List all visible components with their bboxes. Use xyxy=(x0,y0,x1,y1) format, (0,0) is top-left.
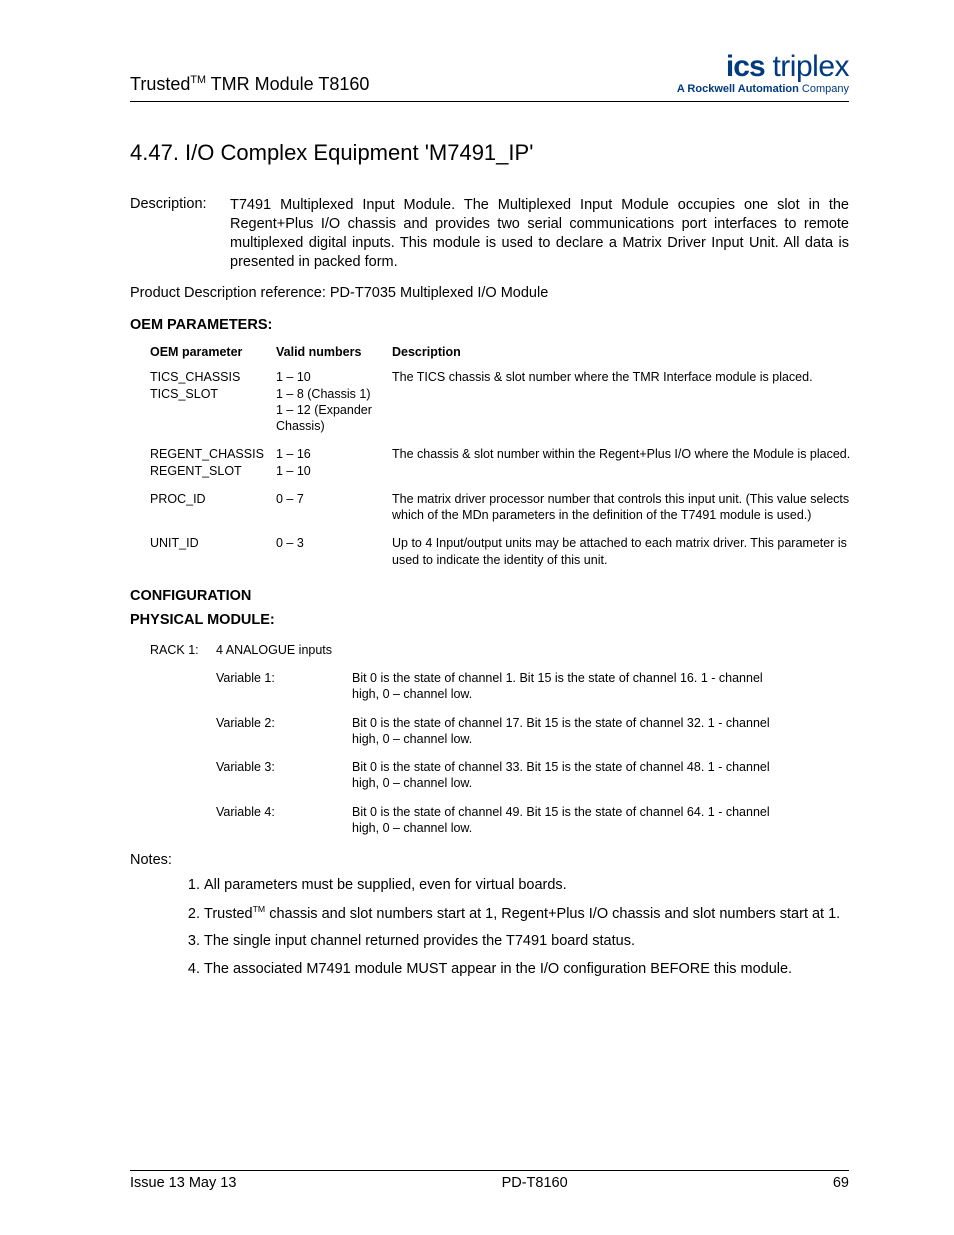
table-row: PROC_ID 0 – 7 The matrix driver processo… xyxy=(150,485,869,530)
table-row: UNIT_ID 0 – 3 Up to 4 Input/output units… xyxy=(150,529,869,574)
header-product-sup: TM xyxy=(190,74,206,86)
oem-param: UNIT_ID xyxy=(150,529,276,574)
physical-module-heading: PHYSICAL MODULE: xyxy=(130,612,849,628)
list-item: TrustedTM chassis and slot numbers start… xyxy=(204,904,849,924)
page-footer: Issue 13 May 13 PD-T8160 69 xyxy=(130,1170,849,1191)
table-row: RACK 1: 4 ANALOGUE inputs xyxy=(150,636,788,664)
description-label: Description: xyxy=(130,196,230,271)
variable-label: Variable 4: xyxy=(216,798,352,843)
description-row: Description: T7491 Multiplexed Input Mod… xyxy=(130,196,849,271)
variable-desc: Bit 0 is the state of channel 33. Bit 15… xyxy=(352,753,788,798)
table-row: Variable 2: Bit 0 is the state of channe… xyxy=(150,709,788,754)
oem-param: REGENT_CHASSIS REGENT_SLOT xyxy=(150,440,276,485)
table-row: Variable 3: Bit 0 is the state of channe… xyxy=(150,753,788,798)
oem-header-valid: Valid numbers xyxy=(276,341,392,363)
oem-desc: The TICS chassis & slot number where the… xyxy=(392,363,869,440)
oem-desc: The chassis & slot number within the Reg… xyxy=(392,440,869,485)
notes-label: Notes: xyxy=(130,852,849,868)
config-heading: CONFIGURATION xyxy=(130,588,849,604)
oem-header-param: OEM parameter xyxy=(150,341,276,363)
footer-right: 69 xyxy=(833,1175,849,1191)
oem-desc: Up to 4 Input/output units may be attach… xyxy=(392,529,869,574)
reference-line: Product Description reference: PD-T7035 … xyxy=(130,285,849,301)
oem-table: OEM parameter Valid numbers Description … xyxy=(150,341,869,574)
oem-param: TICS_CHASSIS TICS_SLOT xyxy=(150,363,276,440)
logo-bold: ics xyxy=(726,50,765,83)
oem-desc: The matrix driver processor number that … xyxy=(392,485,869,530)
rack-desc: 4 ANALOGUE inputs xyxy=(216,636,788,664)
logo-sub-bold: A Rockwell Automation xyxy=(677,83,802,95)
oem-valid: 1 – 10 1 – 8 (Chassis 1) 1 – 12 (Expande… xyxy=(276,363,392,440)
oem-heading: OEM PARAMETERS: xyxy=(130,317,849,333)
rack-label: RACK 1: xyxy=(150,636,216,664)
table-row: TICS_CHASSIS TICS_SLOT 1 – 10 1 – 8 (Cha… xyxy=(150,363,869,440)
variable-label: Variable 1: xyxy=(216,664,352,709)
table-row: REGENT_CHASSIS REGENT_SLOT 1 – 16 1 – 10… xyxy=(150,440,869,485)
oem-header-desc: Description xyxy=(392,341,869,363)
footer-center: PD-T8160 xyxy=(502,1175,568,1191)
list-item: The single input channel returned provid… xyxy=(204,932,849,952)
notes-list: All parameters must be supplied, even fo… xyxy=(180,876,849,979)
logo-main: ics triplex xyxy=(677,52,849,82)
description-text: T7491 Multiplexed Input Module. The Mult… xyxy=(230,196,849,271)
page: TrustedTM TMR Module T8160 ics triplex A… xyxy=(0,0,954,1235)
variable-label: Variable 2: xyxy=(216,709,352,754)
logo-sub: A Rockwell Automation Company xyxy=(677,84,849,95)
header-product-prefix: Trusted xyxy=(130,74,190,94)
logo: ics triplex A Rockwell Automation Compan… xyxy=(677,52,849,101)
list-item: All parameters must be supplied, even fo… xyxy=(204,876,849,896)
oem-valid: 0 – 7 xyxy=(276,485,392,530)
page-header: TrustedTM TMR Module T8160 ics triplex A… xyxy=(130,52,849,102)
oem-valid: 0 – 3 xyxy=(276,529,392,574)
table-row: Variable 1: Bit 0 is the state of channe… xyxy=(150,664,788,709)
section-title: 4.47. I/O Complex Equipment 'M7491_IP' xyxy=(130,140,849,166)
oem-valid: 1 – 16 1 – 10 xyxy=(276,440,392,485)
variable-desc: Bit 0 is the state of channel 49. Bit 15… xyxy=(352,798,788,843)
header-product: TrustedTM TMR Module T8160 xyxy=(130,74,369,101)
logo-light: triplex xyxy=(765,50,849,83)
variable-desc: Bit 0 is the state of channel 1. Bit 15 … xyxy=(352,664,788,709)
oem-header-row: OEM parameter Valid numbers Description xyxy=(150,341,869,363)
rack-table: RACK 1: 4 ANALOGUE inputs Variable 1: Bi… xyxy=(150,636,788,842)
list-item: The associated M7491 module MUST appear … xyxy=(204,960,849,980)
variable-desc: Bit 0 is the state of channel 17. Bit 15… xyxy=(352,709,788,754)
table-row: Variable 4: Bit 0 is the state of channe… xyxy=(150,798,788,843)
footer-left: Issue 13 May 13 xyxy=(130,1175,236,1191)
variable-label: Variable 3: xyxy=(216,753,352,798)
oem-param: PROC_ID xyxy=(150,485,276,530)
header-product-suffix: TMR Module T8160 xyxy=(206,74,369,94)
logo-sub-light: Company xyxy=(802,83,849,95)
